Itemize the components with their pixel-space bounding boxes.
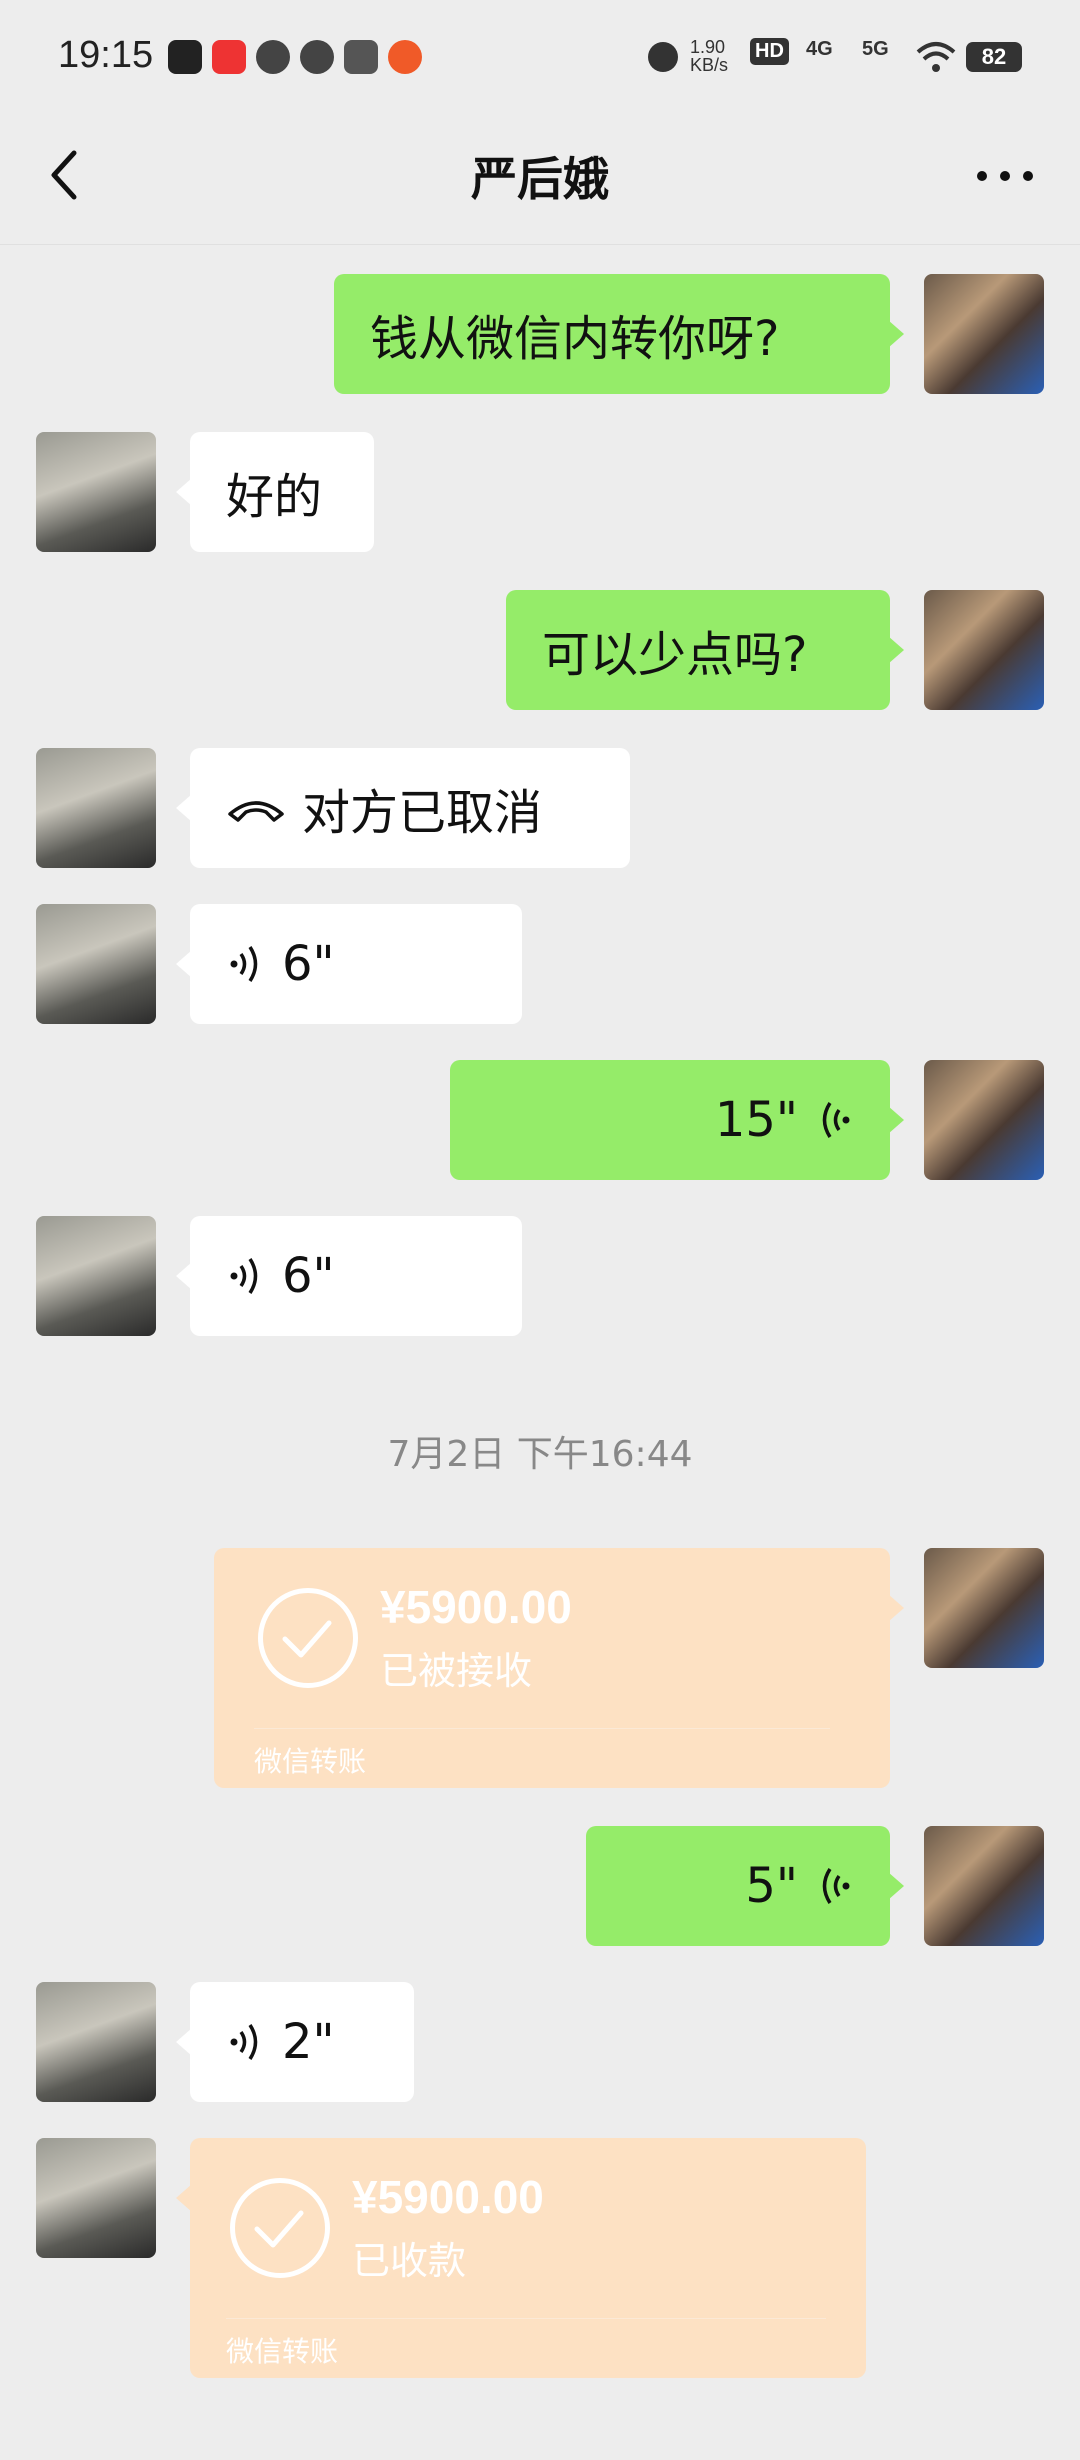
- app-notification-icon: [168, 40, 202, 74]
- voice-bubble-received[interactable]: 6": [176, 1216, 522, 1336]
- phone-hangup-icon: [228, 801, 284, 822]
- message-bubble-sent[interactable]: 可以少点吗?: [506, 590, 904, 710]
- alarm-icon: [648, 42, 678, 72]
- message-icon: [300, 40, 334, 74]
- app-notification-icon: [212, 40, 246, 74]
- voice-content: 15": [679, 1092, 890, 1148]
- voice-duration: 6": [282, 936, 335, 992]
- chat-timestamp: 7月2日 下午16:44: [387, 1434, 693, 1475]
- voice-duration: 5": [745, 1858, 798, 1914]
- transfer-status: 已被接收: [380, 1649, 533, 1693]
- voice-content: 6": [190, 1248, 371, 1304]
- voice-content: 5": [709, 1858, 890, 1914]
- network-5g: 5G: [862, 38, 889, 60]
- transfer-divider: [254, 1728, 830, 1729]
- message-text: 可以少点吗?: [542, 627, 808, 683]
- avatar-self[interactable]: [924, 1826, 1044, 1946]
- voice-bubble-received[interactable]: 6": [176, 904, 522, 1024]
- voice-wave-icon: [230, 2024, 258, 2060]
- avatar-self[interactable]: [924, 1548, 1044, 1668]
- transfer-divider: [226, 2318, 826, 2319]
- message-bubble-received[interactable]: 好的: [176, 432, 374, 552]
- message-text: 好的: [226, 469, 323, 525]
- transfer-card-sent[interactable]: ¥5900.00 已被接收 微信转账: [214, 1548, 904, 1788]
- voice-bubble-sent[interactable]: 5": [586, 1826, 904, 1946]
- avatar-contact[interactable]: [36, 432, 156, 552]
- voice-duration: 2": [282, 2014, 335, 2070]
- app-notification-icon: [344, 40, 378, 74]
- voice-bubble-sent[interactable]: 15": [450, 1060, 904, 1180]
- avatar-self[interactable]: [924, 274, 1044, 394]
- message-bubble-sent[interactable]: 钱从微信内转你呀?: [334, 274, 904, 394]
- transfer-status: 已收款: [352, 2239, 467, 2283]
- voice-duration: 15": [714, 1092, 798, 1148]
- transfer-amount: ¥5900.00: [380, 1581, 572, 1633]
- voice-wave-icon: [230, 1258, 258, 1294]
- transfer-amount: ¥5900.00: [352, 2171, 544, 2223]
- avatar-contact[interactable]: [36, 1216, 156, 1336]
- hd-badge: HD: [750, 38, 789, 65]
- voice-duration: 6": [282, 1248, 335, 1304]
- check-circle-icon: [230, 2178, 330, 2278]
- call-content: 对方已取消: [190, 773, 578, 843]
- avatar-self[interactable]: [924, 1060, 1044, 1180]
- status-bar: 19:15 1.90 KB/s HD 4G 5G 82: [0, 0, 1080, 115]
- avatar-contact[interactable]: [36, 1982, 156, 2102]
- message-text: 对方已取消: [302, 785, 543, 841]
- voice-content: 2": [190, 2014, 371, 2070]
- check-circle-icon: [258, 1588, 358, 1688]
- wifi-icon: [916, 42, 956, 72]
- chat-header: 严后娥: [0, 115, 1080, 245]
- more-options-icon[interactable]: [970, 151, 1040, 201]
- status-time: 19:15: [58, 34, 154, 76]
- voice-wave-icon: [822, 1868, 850, 1904]
- chat-title: 严后娥: [471, 152, 609, 206]
- battery-indicator: 82: [966, 42, 1022, 72]
- transfer-card-received[interactable]: ¥5900.00 已收款 微信转账: [176, 2138, 866, 2378]
- voice-wave-icon: [822, 1102, 850, 1138]
- voice-content: 6": [190, 936, 371, 992]
- app-notification-icon: [388, 40, 422, 74]
- avatar-contact[interactable]: [36, 904, 156, 1024]
- voice-wave-icon: [230, 946, 258, 982]
- avatar-contact[interactable]: [36, 2138, 156, 2258]
- transfer-footer: 微信转账: [226, 2335, 339, 2368]
- network-4g: 4G: [806, 38, 833, 60]
- voice-bubble-received[interactable]: 2": [176, 1982, 414, 2102]
- missed-call-icon: [256, 40, 290, 74]
- call-bubble[interactable]: 对方已取消: [176, 748, 630, 868]
- transfer-footer: 微信转账: [254, 1745, 367, 1778]
- avatar-self[interactable]: [924, 590, 1044, 710]
- avatar-contact[interactable]: [36, 748, 156, 868]
- message-text: 钱从微信内转你呀?: [370, 311, 780, 367]
